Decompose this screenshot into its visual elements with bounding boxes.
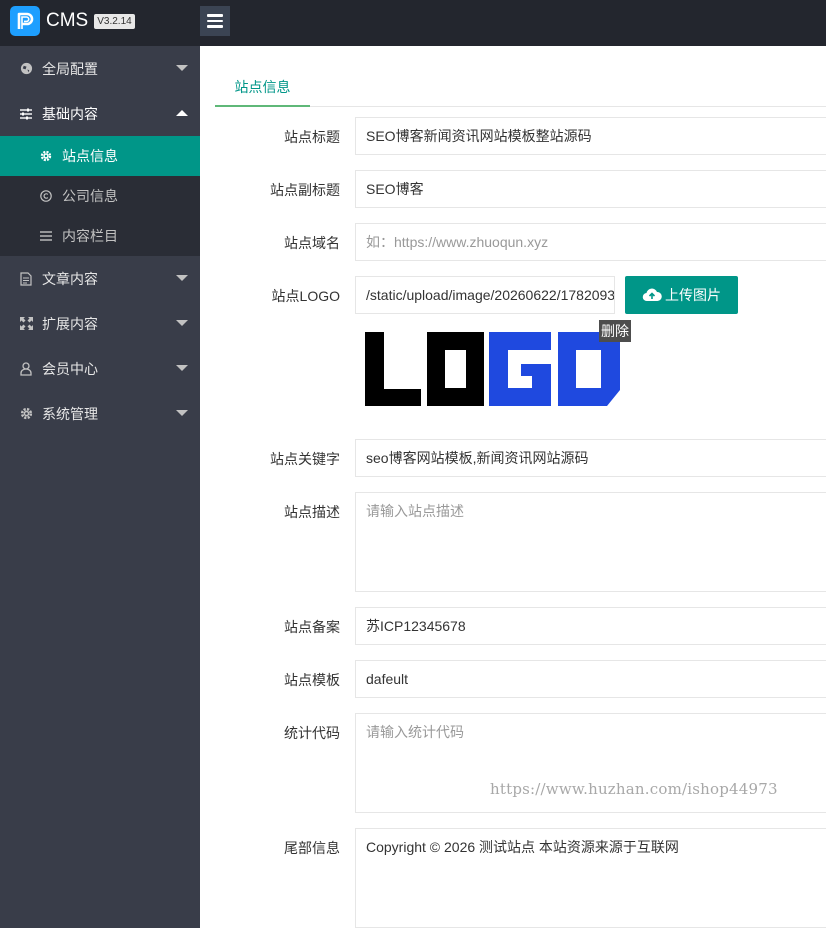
hamburger-line: [207, 19, 223, 23]
site-icp-label: 站点备案: [284, 619, 340, 635]
sidebar-item-extended-content[interactable]: 扩展内容: [0, 301, 200, 346]
site-domain-label: 站点域名: [284, 235, 340, 251]
chevron-down-icon: [176, 320, 188, 326]
list-icon: [39, 231, 53, 241]
sidebar-item-site-info[interactable]: 站点信息: [0, 136, 200, 176]
top-bar: CMS V3.2.14: [0, 0, 826, 46]
form-row-site-subtitle: 站点副标题 SEO博客: [200, 170, 826, 208]
version-badge: V3.2.14: [94, 13, 135, 29]
site-description-label: 站点描述: [284, 504, 340, 520]
stats-code-label: 统计代码: [284, 725, 340, 741]
site-description-textarea[interactable]: 请输入站点描述: [355, 492, 826, 592]
footer-info-textarea[interactable]: Copyright © 2026 测试站点 本站资源来源于互联网: [355, 828, 826, 928]
site-icp-input[interactable]: 苏ICP12345678: [355, 607, 826, 645]
tab-bar: 站点信息: [215, 68, 826, 107]
site-title-label: 站点标题: [284, 129, 340, 145]
form-row-footer-info: 尾部信息 Copyright © 2026 测试站点 本站资源来源于互联网: [200, 828, 826, 928]
site-logo-input[interactable]: /static/upload/image/20260622/1782093: [355, 276, 615, 314]
sidebar-item-label: 文章内容: [42, 270, 98, 287]
expand-icon: [18, 316, 34, 332]
form-row-site-logo: 站点LOGO /static/upload/image/20260622/178…: [200, 276, 826, 416]
form-row-site-title: 站点标题 SEO博客新闻资讯网站模板整站源码: [200, 117, 826, 155]
document-icon: [18, 271, 34, 287]
chevron-down-icon: [176, 65, 188, 71]
stats-code-textarea[interactable]: 请输入统计代码: [355, 713, 826, 813]
site-keywords-label: 站点关键字: [270, 451, 340, 467]
site-keywords-input[interactable]: seo博客网站模板,新闻资讯网站源码: [355, 439, 826, 477]
form-row-site-keywords: 站点关键字 seo博客网站模板,新闻资讯网站源码: [200, 439, 826, 477]
sidebar-item-content-columns[interactable]: 内容栏目: [0, 216, 200, 256]
site-subtitle-label: 站点副标题: [270, 182, 340, 198]
site-template-input[interactable]: dafeult: [355, 660, 826, 698]
globe-icon: [18, 61, 34, 77]
sidebar-item-label: 内容栏目: [62, 228, 118, 244]
chevron-down-icon: [176, 365, 188, 371]
chevron-up-icon: [176, 110, 188, 116]
sidebar-item-label: 扩展内容: [42, 315, 98, 332]
form-row-site-template: 站点模板 dafeult: [200, 660, 826, 698]
cloud-upload-icon: [642, 288, 662, 302]
site-title-input[interactable]: SEO博客新闻资讯网站模板整站源码: [355, 117, 826, 155]
sidebar-item-label: 基础内容: [42, 105, 98, 122]
sliders-icon: [18, 106, 34, 122]
site-logo-label: 站点LOGO: [271, 288, 340, 304]
gear-icon: [18, 406, 34, 422]
sidebar-item-basic-content[interactable]: 基础内容: [0, 91, 200, 136]
sidebar-item-label: 公司信息: [62, 188, 118, 204]
sidebar: 全局配置 基础内容 站点信息 公司信息 内容栏目 文章内容 扩展内容 会员中心 …: [0, 46, 200, 928]
brand-logo-icon: [10, 6, 40, 36]
sidebar-item-global-config[interactable]: 全局配置: [0, 46, 200, 91]
delete-logo-button[interactable]: 删除: [599, 320, 631, 342]
site-template-label: 站点模板: [284, 672, 340, 688]
upload-image-button[interactable]: 上传图片: [625, 276, 738, 314]
chevron-down-icon: [176, 410, 188, 416]
hamburger-line: [207, 25, 223, 28]
sidebar-item-label: 系统管理: [42, 405, 98, 422]
chevron-down-icon: [176, 275, 188, 281]
copyright-icon: [39, 190, 53, 202]
form-row-site-domain: 站点域名 如：https://www.zhuoqun.xyz: [200, 223, 826, 261]
sidebar-item-label: 站点信息: [62, 148, 118, 164]
sidebar-item-company-info[interactable]: 公司信息: [0, 176, 200, 216]
main-content: 站点信息 站点标题 SEO博客新闻资讯网站模板整站源码 站点副标题 SEO博客 …: [200, 46, 826, 928]
watermark-text: https://www.huzhan.com/ishop44973: [490, 780, 778, 798]
sidebar-item-label: 会员中心: [42, 360, 98, 377]
form-row-site-description: 站点描述 请输入站点描述: [200, 492, 826, 592]
gear-icon: [39, 150, 53, 162]
brand[interactable]: CMS V3.2.14: [10, 6, 135, 36]
menu-toggle-button[interactable]: [200, 6, 230, 36]
footer-info-label: 尾部信息: [284, 840, 340, 856]
app-title: CMS: [46, 10, 89, 31]
sidebar-item-member-center[interactable]: 会员中心: [0, 346, 200, 391]
submenu-basic-content: 站点信息 公司信息 内容栏目: [0, 136, 200, 256]
hamburger-icon: [207, 14, 223, 17]
logo-preview-image: [365, 330, 621, 408]
form-row-stats-code: 统计代码 请输入统计代码: [200, 713, 826, 813]
sidebar-item-label: 全局配置: [42, 60, 98, 77]
tab-site-info[interactable]: 站点信息: [215, 68, 310, 107]
sidebar-item-article-content[interactable]: 文章内容: [0, 256, 200, 301]
site-domain-input[interactable]: 如：https://www.zhuoqun.xyz: [355, 223, 826, 261]
user-icon: [18, 361, 34, 377]
form-row-site-icp: 站点备案 苏ICP12345678: [200, 607, 826, 645]
sidebar-item-system-management[interactable]: 系统管理: [0, 391, 200, 436]
upload-image-label: 上传图片: [665, 287, 721, 303]
site-subtitle-input[interactable]: SEO博客: [355, 170, 826, 208]
